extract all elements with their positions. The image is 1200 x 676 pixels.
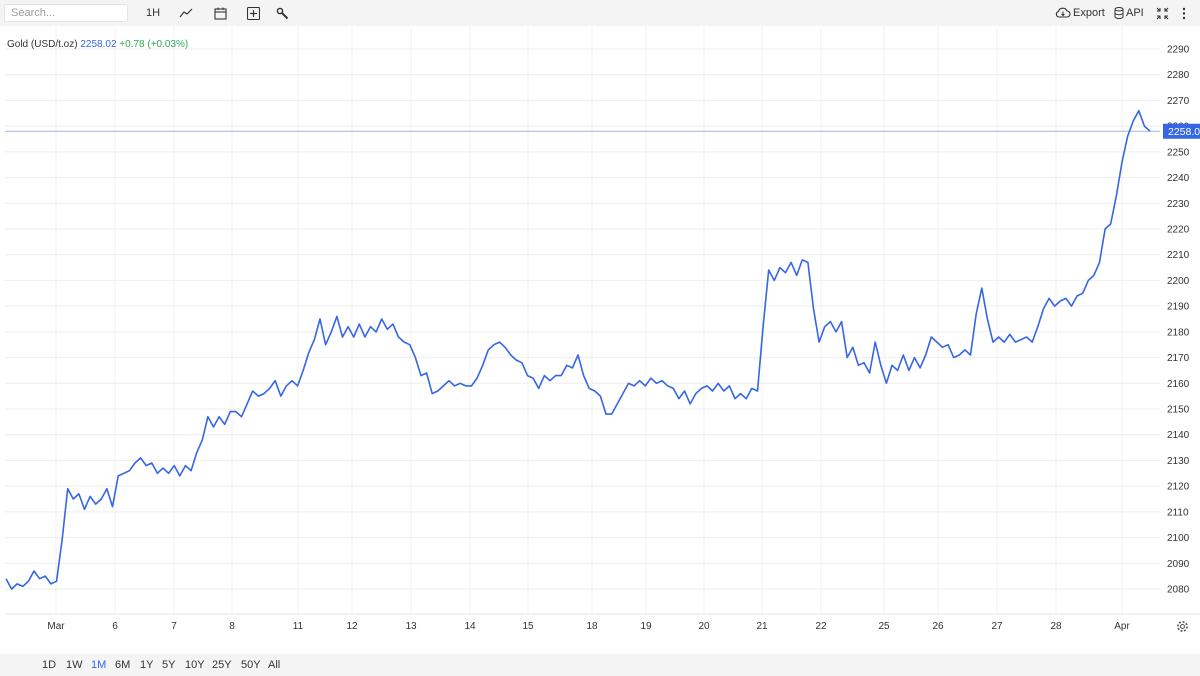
x-tick-label: 26 bbox=[932, 621, 944, 632]
y-tick-label: 2170 bbox=[1167, 353, 1190, 364]
x-tick-label: 22 bbox=[815, 621, 827, 632]
y-tick-label: 2150 bbox=[1167, 405, 1190, 416]
top-toolbar: 1H Export API bbox=[0, 0, 1200, 26]
price-chart[interactable]: 2080 2090 2100 2110 2120 2130 2140 2150 2160 2170… bbox=[0, 26, 1200, 640]
y-tick-label: 2290 bbox=[1167, 45, 1190, 56]
collapse-icon[interactable] bbox=[1156, 4, 1169, 22]
range-all[interactable]: All bbox=[268, 658, 280, 672]
range-1m[interactable]: 1M bbox=[91, 658, 106, 672]
range-6m[interactable]: 6M bbox=[115, 658, 130, 672]
x-tick-label: 8 bbox=[229, 621, 235, 632]
price-series-line bbox=[5, 109, 1151, 590]
y-tick-label: 2280 bbox=[1167, 70, 1190, 81]
y-tick-label: 2080 bbox=[1167, 585, 1190, 596]
x-tick-label: 13 bbox=[405, 621, 417, 632]
interval-button[interactable]: 1H bbox=[146, 4, 160, 22]
last-price-label: 2258.0 bbox=[1168, 126, 1200, 138]
x-tick-label: 7 bbox=[171, 621, 177, 632]
x-tick-label: Mar bbox=[47, 621, 65, 632]
x-tick-label: 12 bbox=[346, 621, 358, 632]
database-icon bbox=[1114, 7, 1124, 19]
wrench-icon[interactable] bbox=[276, 4, 289, 22]
chart-settings-icon[interactable] bbox=[1176, 620, 1189, 638]
export-label: Export bbox=[1073, 7, 1105, 19]
x-tick-label: 28 bbox=[1050, 621, 1062, 632]
cloud-download-icon bbox=[1055, 7, 1071, 18]
y-tick-label: 2110 bbox=[1167, 507, 1189, 518]
y-tick-label: 2220 bbox=[1167, 225, 1190, 236]
legend-change: +0.78 (+0.03%) bbox=[119, 39, 189, 50]
range-5y[interactable]: 5Y bbox=[162, 658, 175, 672]
y-tick-label: 2090 bbox=[1167, 559, 1190, 570]
y-tick-label: 2240 bbox=[1167, 173, 1190, 184]
range-50y[interactable]: 50Y bbox=[241, 658, 261, 672]
y-tick-label: 2230 bbox=[1167, 199, 1190, 210]
legend-symbol: Gold (USD/t.oz) bbox=[7, 39, 78, 50]
api-label: API bbox=[1126, 7, 1144, 19]
calendar-icon[interactable] bbox=[214, 4, 227, 22]
last-price-badge: 2258.0 bbox=[1163, 123, 1200, 139]
y-tick-label: 2130 bbox=[1167, 456, 1190, 467]
range-25y[interactable]: 25Y bbox=[212, 658, 232, 672]
y-tick-label: 2100 bbox=[1167, 533, 1190, 544]
range-1y[interactable]: 1Y bbox=[140, 658, 153, 672]
x-tick-label: 18 bbox=[586, 621, 598, 632]
x-tick-label: 25 bbox=[878, 621, 890, 632]
add-indicator-icon[interactable] bbox=[247, 4, 260, 22]
y-tick-label: 2250 bbox=[1167, 147, 1190, 158]
export-button[interactable]: Export bbox=[1055, 4, 1105, 22]
x-tick-label: 21 bbox=[756, 621, 768, 632]
search-input[interactable] bbox=[4, 4, 128, 22]
legend-price: 2258.02 bbox=[80, 39, 117, 50]
x-tick-label: Apr bbox=[1114, 621, 1130, 632]
range-10y[interactable]: 10Y bbox=[185, 658, 205, 672]
y-tick-label: 2160 bbox=[1167, 379, 1190, 390]
chart-legend: Gold (USD/t.oz) 2258.02 +0.78 (+0.03%) bbox=[7, 39, 188, 50]
y-tick-label: 2140 bbox=[1167, 430, 1190, 441]
chart-canvas[interactable]: 2080209021002110212021302140215021602170… bbox=[0, 26, 1200, 640]
y-tick-label: 2270 bbox=[1167, 96, 1190, 107]
x-tick-label: 19 bbox=[640, 621, 652, 632]
x-tick-label: 6 bbox=[112, 621, 118, 632]
y-tick-label: 2190 bbox=[1167, 302, 1190, 313]
range-1d[interactable]: 1D bbox=[42, 658, 56, 672]
y-tick-label: 2200 bbox=[1167, 276, 1190, 287]
range-selector-bar: 1D 1W 1M 6M 1Y 5Y 10Y 25Y 50Y All bbox=[0, 654, 1200, 676]
x-tick-label: 14 bbox=[464, 621, 476, 632]
y-tick-label: 2120 bbox=[1167, 482, 1190, 493]
y-tick-label: 2180 bbox=[1167, 327, 1190, 338]
x-tick-label: 20 bbox=[698, 621, 710, 632]
y-tick-label: 2210 bbox=[1167, 250, 1190, 261]
x-tick-label: 27 bbox=[991, 621, 1003, 632]
x-tick-label: 15 bbox=[522, 621, 534, 632]
api-button[interactable]: API bbox=[1114, 4, 1144, 22]
x-tick-label: 11 bbox=[293, 621, 304, 632]
more-vertical-icon[interactable] bbox=[1182, 4, 1186, 22]
range-1w[interactable]: 1W bbox=[66, 658, 83, 672]
line-chart-icon[interactable] bbox=[179, 4, 193, 22]
